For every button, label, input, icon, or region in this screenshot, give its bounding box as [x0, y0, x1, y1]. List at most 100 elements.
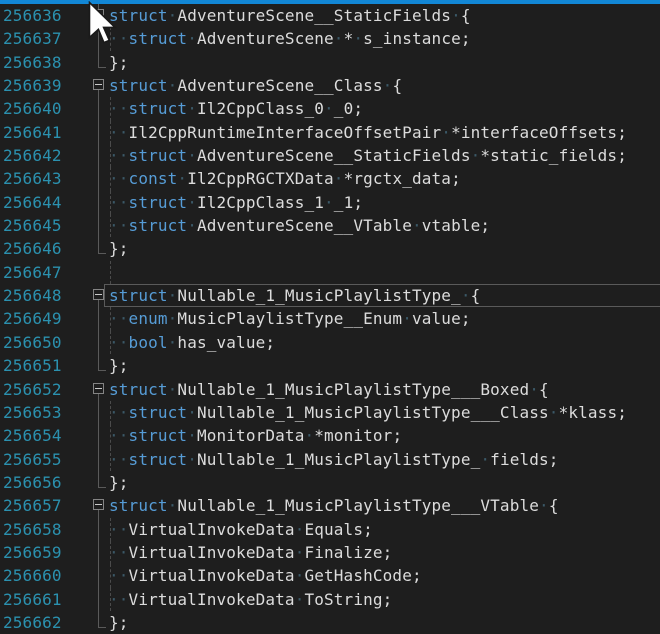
fold-collapse-toggle-icon[interactable] — [93, 79, 104, 90]
fold-extent-line — [98, 20, 99, 27]
line-number: 256656 — [3, 471, 62, 494]
code-text: ··struct·Il2CppClass_1·_1; — [109, 191, 363, 214]
code-text: ··const·Il2CppRGCTXData·*rgctx_data; — [109, 167, 461, 190]
code-line[interactable]: 256652struct·Nullable_1_MusicPlaylistTyp… — [0, 378, 660, 401]
fold-extent-line — [98, 191, 99, 214]
fold-extent-line — [98, 121, 99, 144]
line-number: 256662 — [3, 611, 62, 634]
code-text: ··VirtualInvokeData·ToString; — [109, 588, 392, 611]
code-text: ··struct·AdventureScene·*·s_instance; — [109, 27, 471, 50]
line-number: 256660 — [3, 564, 62, 587]
line-number: 256654 — [3, 424, 62, 447]
line-number: 256642 — [3, 144, 62, 167]
code-text: }; — [109, 51, 129, 74]
fold-extent-line — [98, 448, 99, 471]
line-number: 256648 — [3, 284, 62, 307]
fold-collapse-toggle-icon[interactable] — [93, 383, 104, 394]
line-number: 256643 — [3, 167, 62, 190]
fold-collapse-toggle-icon[interactable] — [93, 499, 104, 510]
fold-extent-line — [98, 214, 99, 237]
fold-extent-line — [98, 541, 99, 564]
code-text: ··struct·Nullable_1_MusicPlaylistType___… — [109, 401, 627, 424]
code-text: ··bool·has_value; — [109, 331, 275, 354]
code-line[interactable]: 256653··struct·Nullable_1_MusicPlaylistT… — [0, 401, 660, 424]
code-editor[interactable]: 256636struct·AdventureScene__StaticField… — [0, 4, 660, 634]
code-text: ··Il2CppRuntimeInterfaceOffsetPair·*inte… — [109, 121, 627, 144]
fold-collapse-toggle-icon[interactable] — [93, 9, 104, 20]
fold-extent-line — [98, 394, 99, 401]
code-line[interactable]: 256642 ··struct·AdventureScene__StaticFie… — [0, 144, 660, 167]
code-text: }; — [109, 471, 129, 494]
fold-extent-line — [98, 471, 99, 488]
code-text: ··struct·AdventureScene__StaticFields·*s… — [109, 144, 627, 167]
fold-extent-line — [98, 307, 99, 330]
line-number: 256652 — [3, 378, 62, 401]
fold-extent-line — [98, 167, 99, 190]
code-line[interactable]: 256645··struct·AdventureScene__VTable·vt… — [0, 214, 660, 237]
code-line[interactable]: 256651}; — [0, 354, 660, 377]
code-text: ··VirtualInvokeData·Equals; — [109, 518, 373, 541]
code-line[interactable]: 256639struct·AdventureScene__Class·{ — [0, 74, 660, 97]
code-line[interactable]: 256661 ··VirtualInvokeData·ToString; — [0, 588, 660, 611]
fold-extent-line — [98, 518, 99, 541]
line-number: 256639 — [3, 74, 62, 97]
code-line[interactable]: 256644 ··struct·Il2CppClass_1·_1; — [0, 191, 660, 214]
line-number: 256657 — [3, 494, 62, 517]
code-text: ··VirtualInvokeData·GetHashCode; — [109, 564, 422, 587]
code-line[interactable]: 256662}; — [0, 611, 660, 634]
code-text: ··VirtualInvokeData·Finalize; — [109, 541, 392, 564]
fold-extent-line — [98, 90, 99, 97]
code-line[interactable]: 256656}; — [0, 471, 660, 494]
code-line[interactable]: 256638}; — [0, 51, 660, 74]
code-line[interactable]: 256650 ··bool·has_value; — [0, 331, 660, 354]
code-line[interactable]: 256640··struct·Il2CppClass_0·_0; — [0, 97, 660, 120]
fold-extent-end-tick — [98, 627, 106, 628]
code-text: ··enum·MusicPlaylistType__Enum·value; — [109, 307, 471, 330]
fold-collapse-toggle-icon[interactable] — [93, 289, 104, 300]
line-number: 256644 — [3, 191, 62, 214]
code-line[interactable]: 256654 ··struct·MonitorData·*monitor; — [0, 424, 660, 447]
code-text: }; — [109, 354, 129, 377]
code-text: }; — [109, 237, 129, 260]
fold-extent-line — [98, 51, 99, 68]
code-line[interactable]: 256649 ··enum·MusicPlaylistType__Enum·val… — [0, 307, 660, 330]
code-line[interactable]: 256655 ··struct·Nullable_1_MusicPlaylistT… — [0, 448, 660, 471]
code-text: struct·AdventureScene__StaticFields·{ — [109, 4, 471, 27]
fold-extent-line — [98, 300, 99, 307]
fold-extent-end-tick — [98, 487, 106, 488]
line-number: 256658 — [3, 518, 62, 541]
code-line[interactable]: 256648 struct·Nullable_1_MusicPlaylistTyp… — [0, 284, 660, 307]
code-text: struct·Nullable_1_MusicPlaylistType_·{ — [109, 284, 480, 307]
line-number: 256637 — [3, 27, 62, 50]
line-number: 256661 — [3, 588, 62, 611]
code-line[interactable]: 256636struct·AdventureScene__StaticField… — [0, 4, 660, 27]
code-text: ··struct·MonitorData·*monitor; — [109, 424, 402, 447]
fold-extent-line — [98, 27, 99, 50]
fold-extent-end-tick — [98, 253, 106, 254]
code-text: ··struct·Nullable_1_MusicPlaylistType_·f… — [109, 448, 559, 471]
code-line[interactable]: 256658 ··VirtualInvokeData·Equals; — [0, 518, 660, 541]
line-number: 256655 — [3, 448, 62, 471]
code-line[interactable]: 256647 — [0, 261, 660, 284]
code-line[interactable]: 256643 ··const·Il2CppRGCTXData·*rgctx_dat… — [0, 167, 660, 190]
line-number: 256650 — [3, 331, 62, 354]
fold-extent-line — [98, 354, 99, 371]
fold-extent-line — [98, 237, 99, 254]
code-line[interactable]: 256657 struct·Nullable_1_MusicPlaylistTyp… — [0, 494, 660, 517]
fold-extent-line — [98, 144, 99, 167]
code-text: }; — [109, 611, 129, 634]
line-number: 256649 — [3, 307, 62, 330]
line-number: 256651 — [3, 354, 62, 377]
code-text: ··struct·AdventureScene__VTable·vtable; — [109, 214, 490, 237]
line-number: 256638 — [3, 51, 62, 74]
code-line[interactable]: 256641 ··Il2CppRuntimeInterfaceOffsetPair… — [0, 121, 660, 144]
code-line[interactable]: 256659··VirtualInvokeData·Finalize; — [0, 541, 660, 564]
code-line[interactable]: 256660 ··VirtualInvokeData·GetHashCode; — [0, 564, 660, 587]
fold-extent-line — [98, 424, 99, 447]
code-line[interactable]: 256637 ··struct·AdventureScene·*·s_instan… — [0, 27, 660, 50]
fold-extent-end-tick — [98, 370, 106, 371]
code-line[interactable]: 256646}; — [0, 237, 660, 260]
line-number: 256641 — [3, 121, 62, 144]
code-text: struct·Nullable_1_MusicPlaylistType___VT… — [109, 494, 559, 517]
line-number: 256640 — [3, 97, 62, 120]
